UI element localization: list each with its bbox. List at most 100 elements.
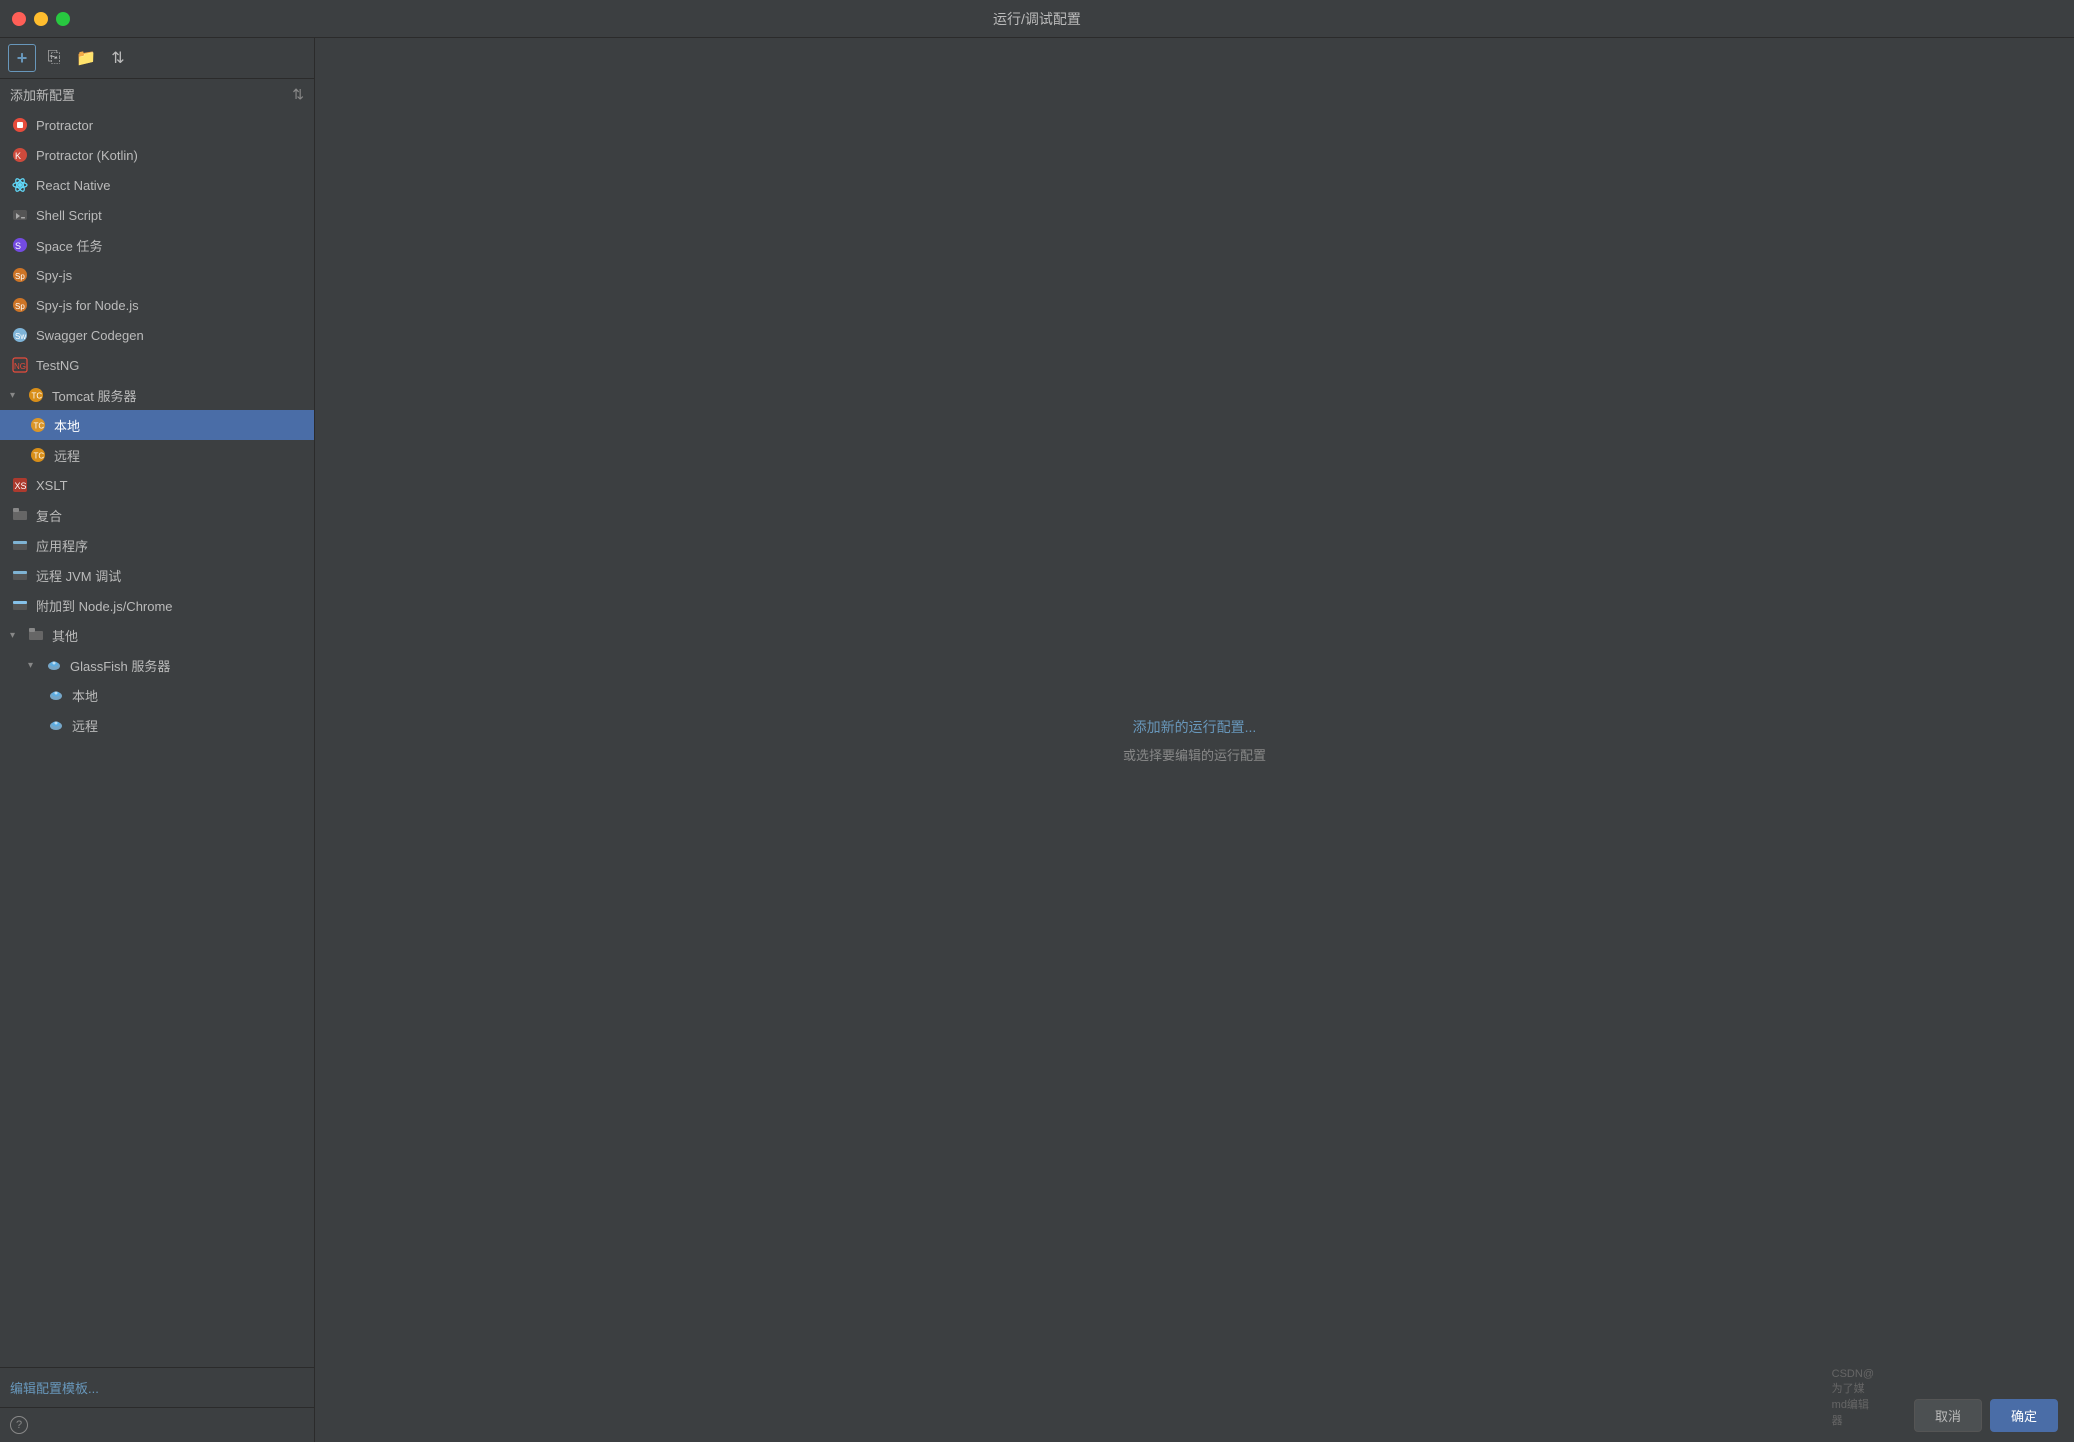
copy-button[interactable]: ⎘ (40, 44, 68, 72)
sidebar-header: 添加新配置 ⇅ (0, 79, 314, 110)
svg-text:XS: XS (15, 481, 27, 491)
other-expand-arrow: ▾ (10, 630, 24, 641)
tomcat-server-label: Tomcat 服务器 (52, 386, 137, 405)
sort-button[interactable]: ⇅ (104, 44, 132, 72)
xslt-label: XSLT (36, 478, 68, 493)
spy-js-node-icon: Sp (10, 295, 30, 315)
title-bar: 运行/调试配置 (0, 0, 2074, 38)
main-content: 添加新的运行配置... 或选择要编辑的运行配置 (315, 38, 2074, 1442)
application-icon (10, 535, 30, 555)
sidebar-list[interactable]: Protractor K Protractor (Kotlin) (0, 110, 314, 1367)
spy-js-label: Spy-js (36, 268, 72, 283)
remote-jvm-label: 远程 JVM 调试 (36, 566, 121, 585)
compound-label: 复合 (36, 506, 62, 525)
list-item-other[interactable]: ▾ 其他 (0, 620, 314, 650)
list-item-react-native[interactable]: React Native (0, 170, 314, 200)
list-item-tomcat-local[interactable]: TC 本地 (0, 410, 314, 440)
list-item-remote-jvm[interactable]: 远程 JVM 调试 (0, 560, 314, 590)
svg-text:NG: NG (14, 362, 26, 371)
list-item-space-task[interactable]: S Space 任务 (0, 230, 314, 260)
glassfish-server-label: GlassFish 服务器 (70, 656, 170, 675)
add-config-link[interactable]: 添加新的运行配置... (1123, 717, 1266, 737)
protractor-kotlin-label: Protractor (Kotlin) (36, 148, 138, 163)
list-item-attach-nodejs[interactable]: 附加到 Node.js/Chrome (0, 590, 314, 620)
xslt-icon: XS (10, 475, 30, 495)
tomcat-icon: TC (26, 385, 46, 405)
tomcat-remote-label: 远程 (54, 446, 80, 465)
close-button[interactable] (12, 12, 26, 26)
placeholder-hint: 或选择要编辑的运行配置 (1123, 748, 1266, 763)
traffic-lights (12, 12, 70, 26)
list-item-application[interactable]: 应用程序 (0, 530, 314, 560)
list-item-tomcat-remote[interactable]: TC 远程 (0, 440, 314, 470)
main-layout: + ⎘ 📁 ⇅ 添加新配置 ⇅ Protractor K (0, 38, 2074, 1442)
spy-js-node-label: Spy-js for Node.js (36, 298, 139, 313)
watermark: CSDN@为了媒md编辑器 (1832, 1368, 1874, 1428)
filter-icon[interactable]: ⇅ (292, 86, 304, 103)
sidebar-bottom-bar: ? (0, 1407, 314, 1442)
svg-text:TC: TC (34, 422, 45, 431)
confirm-button[interactable]: 确定 (1990, 1399, 2058, 1432)
swagger-icon: Sw (10, 325, 30, 345)
react-native-icon (10, 175, 30, 195)
list-item-protractor-kotlin[interactable]: K Protractor (Kotlin) (0, 140, 314, 170)
remote-jvm-icon (10, 565, 30, 585)
compound-icon (10, 505, 30, 525)
tomcat-local-label: 本地 (54, 416, 80, 435)
edit-templates-link[interactable]: 编辑配置模板... (10, 1381, 99, 1396)
minimize-button[interactable] (34, 12, 48, 26)
tomcat-remote-icon: TC (28, 445, 48, 465)
spy-js-icon: Sp (10, 265, 30, 285)
protractor-icon (10, 115, 30, 135)
tomcat-local-icon: TC (28, 415, 48, 435)
sidebar: + ⎘ 📁 ⇅ 添加新配置 ⇅ Protractor K (0, 38, 315, 1442)
tomcat-expand-arrow: ▾ (10, 390, 24, 401)
bottom-bar: 取消 CSDN@为了媒md编辑器 确定 (1898, 1389, 2074, 1442)
attach-nodejs-icon (10, 595, 30, 615)
react-native-label: React Native (36, 178, 110, 193)
glassfish-local-label: 本地 (72, 686, 98, 705)
list-item-swagger[interactable]: Sw Swagger Codegen (0, 320, 314, 350)
add-button[interactable]: + (8, 44, 36, 72)
svg-text:Sp: Sp (15, 302, 25, 311)
list-item-compound[interactable]: 复合 (0, 500, 314, 530)
other-label: 其他 (52, 626, 78, 645)
space-task-label: Space 任务 (36, 236, 102, 255)
folder-button[interactable]: 📁 (72, 44, 100, 72)
swagger-label: Swagger Codegen (36, 328, 144, 343)
glassfish-expand-arrow: ▾ (28, 660, 42, 671)
list-item-xslt[interactable]: XS XSLT (0, 470, 314, 500)
testng-label: TestNG (36, 358, 79, 373)
window-title: 运行/调试配置 (993, 9, 1081, 29)
list-item-spy-js-node[interactable]: Sp Spy-js for Node.js (0, 290, 314, 320)
list-item-tomcat-server[interactable]: ▾ TC Tomcat 服务器 (0, 380, 314, 410)
sidebar-footer: 编辑配置模板... (0, 1367, 314, 1407)
protractor-kotlin-icon: K (10, 145, 30, 165)
shell-script-icon (10, 205, 30, 225)
sidebar-toolbar: + ⎘ 📁 ⇅ (0, 38, 314, 79)
svg-text:K: K (15, 151, 21, 161)
shell-script-label: Shell Script (36, 208, 102, 223)
svg-text:TC: TC (34, 452, 45, 461)
other-icon (26, 625, 46, 645)
list-item-spy-js[interactable]: Sp Spy-js (0, 260, 314, 290)
glassfish-icon (44, 655, 64, 675)
list-item-testng[interactable]: NG TestNG (0, 350, 314, 380)
svg-text:Sp: Sp (15, 272, 25, 281)
list-item-protractor[interactable]: Protractor (0, 110, 314, 140)
space-task-icon: S (10, 235, 30, 255)
protractor-label: Protractor (36, 118, 93, 133)
attach-nodejs-label: 附加到 Node.js/Chrome (36, 596, 173, 615)
glassfish-local-icon (46, 685, 66, 705)
list-item-glassfish-server[interactable]: ▾ GlassFish 服务器 (0, 650, 314, 680)
maximize-button[interactable] (56, 12, 70, 26)
cancel-button[interactable]: 取消 (1914, 1399, 1982, 1432)
list-item-glassfish-remote[interactable]: 远程 (0, 710, 314, 740)
list-item-shell-script[interactable]: Shell Script (0, 200, 314, 230)
help-button[interactable]: ? (10, 1416, 28, 1434)
list-item-glassfish-local[interactable]: 本地 (0, 680, 314, 710)
svg-text:Sw: Sw (15, 332, 26, 341)
glassfish-remote-label: 远程 (72, 716, 98, 735)
sidebar-header-label: 添加新配置 (10, 85, 75, 104)
svg-text:TC: TC (32, 392, 43, 401)
